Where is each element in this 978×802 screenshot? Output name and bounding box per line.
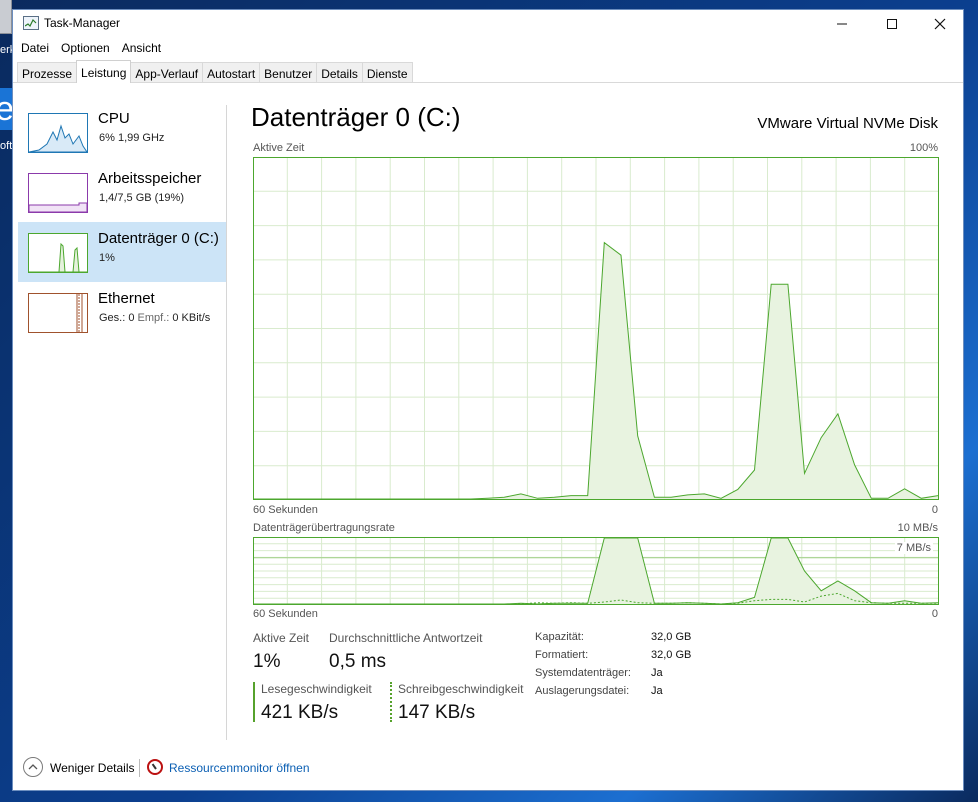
sidebar-sub-ethernet: Ges.: 0 Empf.: 0 KBit/s [99, 312, 210, 324]
sidebar-title-cpu: CPU [98, 110, 130, 127]
sidebar-item-disk[interactable]: Datenträger 0 (C:) 1% [18, 222, 226, 282]
ethernet-sent: Ges.: 0 [99, 312, 138, 324]
task-manager-window: Task-Manager Datei Optionen Ansicht Proz… [12, 9, 964, 791]
avg-response-label: Durchschnittliche Antwortzeit [329, 631, 483, 645]
device-name: VMware Virtual NVMe Disk [757, 115, 938, 132]
disk-mini-graph [28, 233, 88, 273]
transfer-x-zero: 0 [931, 608, 938, 620]
tab-dienste[interactable]: Dienste [361, 62, 413, 83]
ethernet-recv: 0 KBit/s [169, 312, 211, 324]
menu-bar: Datei Optionen Ansicht [13, 39, 173, 59]
transfer-rate-chart [253, 537, 939, 605]
write-speed-marker [390, 682, 392, 722]
active-time-x-zero: 0 [931, 504, 938, 516]
page-file-label: Auslagerungsdatei: [535, 685, 630, 697]
tab-app-verlauf[interactable]: App-Verlauf [130, 62, 204, 83]
menu-optionen[interactable]: Optionen [61, 39, 116, 59]
system-disk-value: Ja [651, 667, 663, 679]
resource-monitor-icon[interactable] [147, 759, 163, 775]
maximize-button[interactable] [869, 10, 915, 38]
system-disk-label: Systemdatenträger: [535, 667, 631, 679]
ethernet-recv-label: Empf.: [137, 312, 170, 324]
ethernet-mini-graph [28, 293, 88, 333]
transfer-axis-label: Datenträgerübertragungsrate [253, 522, 395, 534]
tab-prozesse[interactable]: Prozesse [17, 62, 78, 83]
fewer-details-link[interactable]: Weniger Details [50, 761, 134, 775]
transfer-max-label: 10 MB/s [897, 522, 938, 534]
tab-details[interactable]: Details [316, 62, 363, 83]
read-speed-marker [253, 682, 255, 722]
minimize-button[interactable] [819, 10, 865, 38]
close-button[interactable] [917, 10, 963, 38]
sidebar-title-ethernet: Ethernet [98, 290, 155, 307]
active-time-chart [253, 157, 939, 500]
page-title: Datenträger 0 (C:) [251, 102, 461, 132]
transfer-x-label: 60 Sekunden [253, 608, 318, 620]
title-bar[interactable]: Task-Manager [13, 10, 963, 38]
desktop-computer-icon[interactable] [0, 0, 12, 34]
active-time-stat-label: Aktive Zeit [253, 631, 310, 645]
sidebar-sub-disk: 1% [99, 252, 115, 264]
avg-response-value: 0,5 ms [329, 651, 387, 672]
read-speed-value: 421 KB/s [261, 702, 339, 723]
window-title: Task-Manager [44, 16, 121, 30]
sidebar-title-disk: Datenträger 0 (C:) [98, 230, 219, 247]
footer-separator [139, 759, 140, 777]
performance-sidebar: CPU 6% 1,99 GHz Arbeitsspeicher 1,4/7,5 … [18, 102, 226, 342]
menu-datei[interactable]: Datei [21, 39, 55, 59]
capacity-value: 32,0 GB [651, 631, 692, 643]
sidebar-sub-cpu: 6% 1,99 GHz [99, 132, 165, 144]
cpu-mini-graph [28, 113, 88, 153]
sidebar-title-memory: Arbeitsspeicher [98, 170, 202, 187]
chevron-up-icon[interactable] [23, 757, 43, 777]
desktop-icon-label: oft [0, 140, 13, 152]
memory-mini-graph [28, 173, 88, 213]
write-speed-label: Schreibgeschwindigkeit [398, 682, 524, 696]
formatted-label: Formatiert: [535, 649, 589, 661]
sidebar-item-memory[interactable]: Arbeitsspeicher 1,4/7,5 GB (19%) [18, 162, 226, 222]
tab-leistung[interactable]: Leistung [76, 60, 132, 83]
active-time-axis-label: Aktive Zeit [253, 142, 305, 154]
open-resource-monitor-link[interactable]: Ressourcenmonitor öffnen [169, 761, 310, 775]
sidebar-sub-memory: 1,4/7,5 GB (19%) [99, 192, 184, 204]
menu-ansicht[interactable]: Ansicht [122, 39, 167, 59]
task-manager-icon [23, 16, 39, 30]
sidebar-divider [226, 105, 227, 740]
write-speed-value: 147 KB/s [398, 702, 476, 723]
sidebar-item-ethernet[interactable]: Ethernet Ges.: 0 Empf.: 0 KBit/s [18, 282, 226, 342]
tab-benutzer[interactable]: Benutzer [259, 62, 318, 83]
active-time-max-label: 100% [909, 142, 938, 154]
tab-strip: Prozesse Leistung App-Verlauf Autostart … [17, 60, 413, 83]
active-time-x-label: 60 Sekunden [253, 504, 318, 516]
active-time-stat-value: 1% [253, 651, 281, 672]
tab-autostart[interactable]: Autostart [202, 62, 261, 83]
transfer-ref-label: 7 MB/s [894, 542, 933, 554]
formatted-value: 32,0 GB [651, 649, 692, 661]
capacity-label: Kapazität: [535, 631, 584, 643]
read-speed-label: Lesegeschwindigkeit [261, 682, 372, 696]
sidebar-item-cpu[interactable]: CPU 6% 1,99 GHz [18, 102, 226, 162]
page-file-value: Ja [651, 685, 663, 697]
tab-divider [13, 82, 963, 83]
footer-bar: Weniger Details Ressourcenmonitor öffnen [13, 755, 963, 783]
